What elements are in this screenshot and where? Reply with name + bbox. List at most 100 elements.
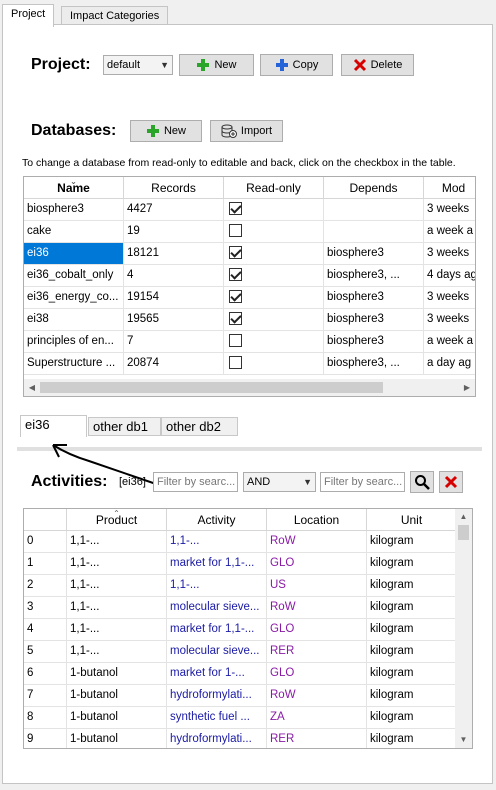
table-row[interactable]: 9 1-butanol hydroformylati... RER kilogram <box>24 729 457 748</box>
readonly-cell[interactable] <box>224 353 324 374</box>
databases-hscrollbar[interactable]: ◀ ▶ <box>24 379 475 396</box>
cell-product[interactable]: 1,1-... <box>67 597 167 618</box>
cell-unit[interactable]: kilogram <box>367 729 457 748</box>
cell-product[interactable]: 1,1-... <box>67 619 167 640</box>
table-row[interactable]: 6 1-butanol market for 1-... GLO kilogram <box>24 663 457 685</box>
cell-activity[interactable]: 1,1-... <box>167 575 267 596</box>
readonly-checkbox[interactable] <box>229 224 242 238</box>
tab-impact-categories[interactable]: Impact Categories <box>61 6 169 26</box>
cell-location[interactable]: GLO <box>267 553 367 574</box>
cell-modified[interactable]: a week a <box>424 221 475 242</box>
cell-records[interactable]: 18121 <box>124 243 224 264</box>
table-row[interactable]: biosphere3 4427 3 weeks <box>24 199 475 221</box>
readonly-checkbox[interactable] <box>229 334 242 348</box>
readonly-cell[interactable] <box>224 243 324 264</box>
cell-index[interactable]: 7 <box>24 685 67 706</box>
cell-depends[interactable] <box>324 221 424 242</box>
cell-unit[interactable]: kilogram <box>367 531 457 552</box>
table-row[interactable]: Superstructure ... 20874 biosphere3, ... a … <box>24 353 475 375</box>
cell-activity[interactable]: market for 1,1-... <box>167 619 267 640</box>
cell-name[interactable]: ei36 <box>24 243 124 264</box>
cell-records[interactable]: 19 <box>124 221 224 242</box>
table-row[interactable]: 8 1-butanol synthetic fuel ... ZA kilogram <box>24 707 457 729</box>
activities-vscrollbar[interactable]: ▲ ▼ <box>455 509 472 748</box>
scroll-right-icon[interactable]: ▶ <box>459 379 475 396</box>
tab-project[interactable]: Project <box>2 4 55 27</box>
cell-location[interactable]: RoW <box>267 531 367 552</box>
col-header-index[interactable] <box>24 509 67 531</box>
table-row[interactable]: 4 1,1-... market for 1,1-... GLO kilogram <box>24 619 457 641</box>
table-row[interactable]: ei36 18121 biosphere3 3 weeks <box>24 243 475 265</box>
activities-filter-input-1[interactable]: Filter by searc... <box>153 472 238 492</box>
db-tab-ei36[interactable]: ei36 <box>20 415 87 437</box>
readonly-cell[interactable] <box>224 199 324 220</box>
cell-index[interactable]: 1 <box>24 553 67 574</box>
table-row[interactable]: 3 1,1-... molecular sieve... RoW kilogram <box>24 597 457 619</box>
cell-name[interactable]: ei38 <box>24 309 124 330</box>
cell-depends[interactable]: biosphere3, ... <box>324 353 424 374</box>
import-database-button[interactable]: Import <box>210 120 283 142</box>
readonly-checkbox[interactable] <box>229 356 242 370</box>
table-row[interactable]: 2 1,1-... 1,1-... US kilogram <box>24 575 457 597</box>
cell-modified[interactable]: 3 weeks <box>424 309 475 330</box>
table-row[interactable]: ei36_cobalt_only 4 biosphere3, ... 4 days a… <box>24 265 475 287</box>
cell-records[interactable]: 19154 <box>124 287 224 308</box>
cell-unit[interactable]: kilogram <box>367 685 457 706</box>
db-tab-other-db2[interactable]: other db2 <box>161 417 238 436</box>
col-header-depends[interactable]: Depends <box>324 177 424 199</box>
project-select[interactable]: default ▼ <box>103 55 173 75</box>
col-header-modified[interactable]: Mod <box>424 177 475 199</box>
cell-location[interactable]: RER <box>267 729 367 748</box>
cell-unit[interactable]: kilogram <box>367 575 457 596</box>
cell-depends[interactable] <box>324 199 424 220</box>
scroll-up-icon[interactable]: ▲ <box>455 509 472 525</box>
readonly-cell[interactable] <box>224 287 324 308</box>
cell-modified[interactable]: a day ag <box>424 353 475 374</box>
cell-depends[interactable]: biosphere3 <box>324 309 424 330</box>
cell-records[interactable]: 4427 <box>124 199 224 220</box>
cell-modified[interactable]: 3 weeks <box>424 243 475 264</box>
col-header-location[interactable]: Location <box>267 509 367 531</box>
table-row[interactable]: cake 19 a week a <box>24 221 475 243</box>
cell-activity[interactable]: molecular sieve... <box>167 597 267 618</box>
cell-index[interactable]: 4 <box>24 619 67 640</box>
cell-activity[interactable]: molecular sieve... <box>167 641 267 662</box>
cell-name[interactable]: biosphere3 <box>24 199 124 220</box>
delete-project-button[interactable]: Delete <box>341 54 414 76</box>
db-tab-other-db1[interactable]: other db1 <box>88 417 161 436</box>
scroll-down-icon[interactable]: ▼ <box>455 732 472 748</box>
copy-project-button[interactable]: Copy <box>260 54 333 76</box>
col-header-product[interactable]: ⌃ Product <box>67 509 167 531</box>
cell-activity[interactable]: market for 1-... <box>167 663 267 684</box>
cell-unit[interactable]: kilogram <box>367 641 457 662</box>
cell-name[interactable]: cake <box>24 221 124 242</box>
readonly-cell[interactable] <box>224 309 324 330</box>
cell-records[interactable]: 20874 <box>124 353 224 374</box>
cell-product[interactable]: 1,1-... <box>67 575 167 596</box>
readonly-checkbox[interactable] <box>229 268 242 282</box>
table-row[interactable]: ei38 19565 biosphere3 3 weeks <box>24 309 475 331</box>
reset-filter-button[interactable] <box>439 471 463 493</box>
scroll-thumb[interactable] <box>458 525 469 540</box>
cell-index[interactable]: 2 <box>24 575 67 596</box>
readonly-checkbox[interactable] <box>229 312 242 326</box>
cell-index[interactable]: 9 <box>24 729 67 748</box>
cell-index[interactable]: 3 <box>24 597 67 618</box>
cell-index[interactable]: 0 <box>24 531 67 552</box>
cell-location[interactable]: RoW <box>267 685 367 706</box>
table-row[interactable]: ei36_energy_co... 19154 biosphere3 3 weeks <box>24 287 475 309</box>
cell-name[interactable]: ei36_energy_co... <box>24 287 124 308</box>
cell-product[interactable]: 1-butanol <box>67 685 167 706</box>
cell-depends[interactable]: biosphere3, ... <box>324 265 424 286</box>
readonly-checkbox[interactable] <box>229 246 242 260</box>
search-button[interactable] <box>410 471 434 493</box>
cell-product[interactable]: 1,1-... <box>67 531 167 552</box>
cell-unit[interactable]: kilogram <box>367 553 457 574</box>
table-row[interactable]: 5 1,1-... molecular sieve... RER kilogram <box>24 641 457 663</box>
cell-location[interactable]: US <box>267 575 367 596</box>
readonly-checkbox[interactable] <box>229 202 242 216</box>
scroll-left-icon[interactable]: ◀ <box>24 379 40 396</box>
readonly-cell[interactable] <box>224 331 324 352</box>
cell-activity[interactable]: market for 1,1-... <box>167 553 267 574</box>
cell-unit[interactable]: kilogram <box>367 663 457 684</box>
